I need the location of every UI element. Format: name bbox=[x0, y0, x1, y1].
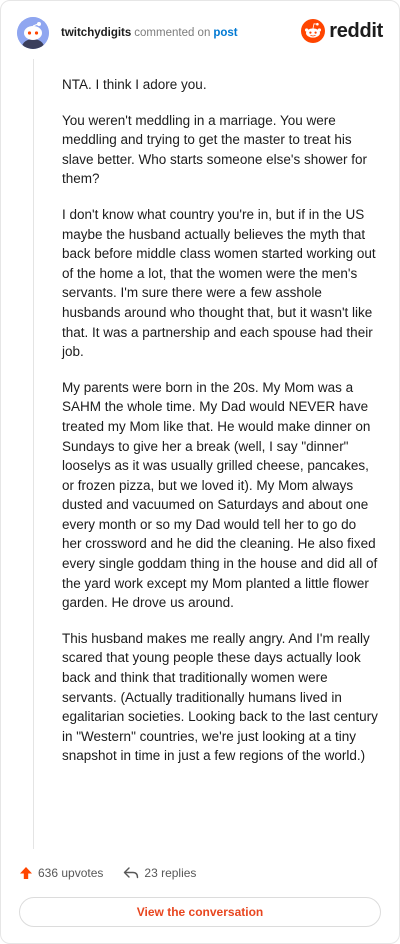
upvote-count: 636 upvotes bbox=[38, 866, 104, 880]
reddit-snoo-logo-icon bbox=[301, 19, 326, 43]
reddit-logo[interactable]: reddit bbox=[301, 19, 383, 43]
username-link[interactable]: twitchydigits bbox=[61, 27, 131, 39]
comment-header: twitchydigits commented on post reddit bbox=[17, 17, 383, 51]
comment-paragraph: You weren't meddling in a marriage. You … bbox=[62, 112, 367, 187]
thread-line bbox=[33, 59, 34, 849]
comment-footer: 636 upvotes 23 replies bbox=[19, 863, 381, 883]
comment-paragraph: My parents were born in the 20s. My Mom … bbox=[62, 379, 378, 611]
upvote-stat[interactable]: 636 upvotes bbox=[19, 866, 103, 880]
comment-meta: twitchydigits commented on post bbox=[61, 26, 238, 40]
comment-paragraph: I don't know what country you're in, but… bbox=[62, 206, 376, 360]
comment-card: twitchydigits commented on post reddit NTA… bbox=[0, 0, 400, 944]
reply-arrow-icon bbox=[124, 867, 139, 879]
replies-stat[interactable]: 23 replies bbox=[123, 866, 196, 880]
reply-count: 23 replies bbox=[144, 866, 197, 880]
view-conversation-button[interactable]: View the conversation bbox=[19, 897, 381, 927]
reddit-wordmark: reddit bbox=[329, 19, 383, 42]
post-link[interactable]: post bbox=[213, 27, 237, 39]
snoo-avatar-icon bbox=[17, 17, 49, 49]
comment-paragraph: NTA. I think I adore you. bbox=[62, 77, 207, 92]
avatar[interactable] bbox=[17, 17, 49, 49]
action-text: commented on bbox=[134, 27, 211, 39]
comment-paragraph: This husband makes me really angry. And … bbox=[62, 630, 378, 764]
comment-body: NTA. I think I adore you. You weren't me… bbox=[62, 75, 378, 782]
upvote-arrow-icon bbox=[20, 867, 32, 879]
